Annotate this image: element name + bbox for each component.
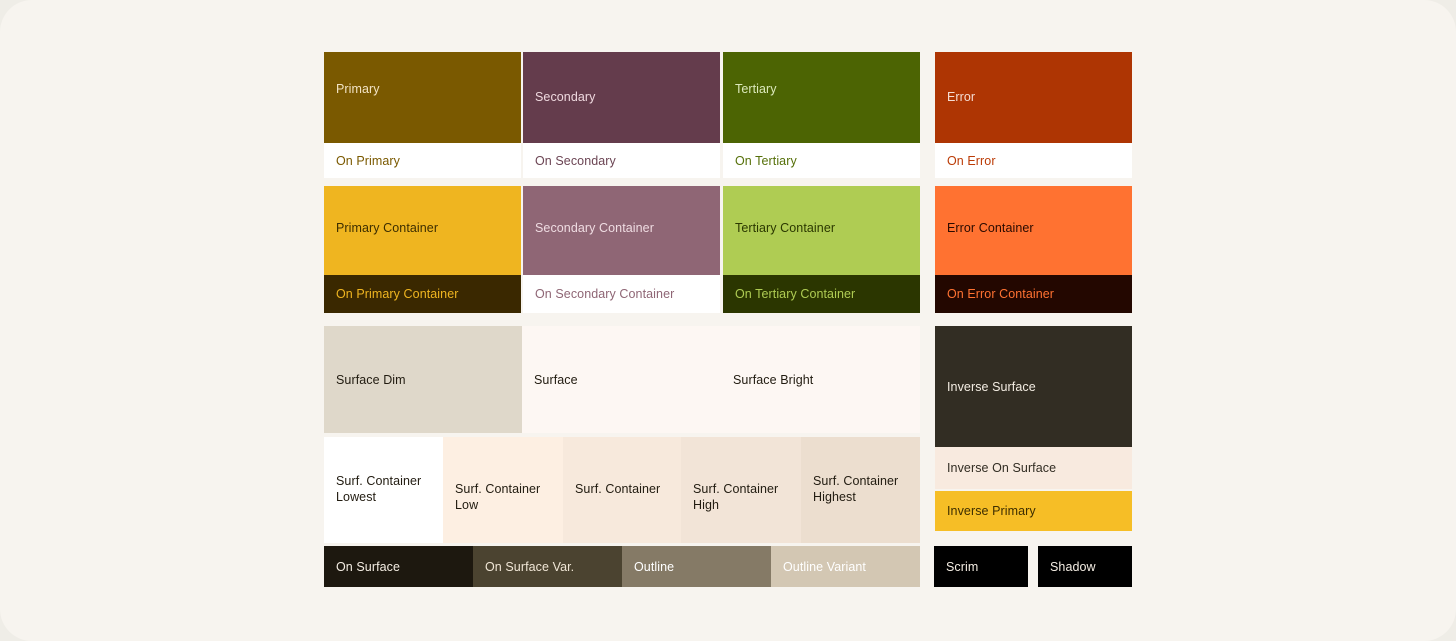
swatch-on-secondary-container[interactable]: On Secondary Container — [523, 275, 720, 313]
swatch-error[interactable]: Error — [935, 52, 1132, 143]
swatch-on-error-container[interactable]: On Error Container — [935, 275, 1132, 313]
swatch-secondary-label: Secondary — [523, 89, 603, 105]
swatch-surface-container-low-label: Surf. Container Low — [443, 481, 563, 513]
swatch-on-primary[interactable]: On Primary — [324, 143, 521, 178]
swatch-on-surface[interactable]: On Surface — [324, 546, 473, 587]
swatch-shadow[interactable]: Shadow — [1038, 546, 1132, 587]
swatch-on-error[interactable]: On Error — [935, 143, 1132, 178]
swatch-surface-container-lowest-label: Surf. Container Lowest — [324, 473, 429, 505]
swatch-inverse-surface-label: Inverse Surface — [935, 379, 1044, 395]
swatch-on-error-label: On Error — [935, 153, 1004, 169]
swatch-on-tertiary-container-label: On Tertiary Container — [723, 286, 863, 302]
swatch-on-primary-label: On Primary — [324, 153, 408, 169]
swatch-tertiary-container-label: Tertiary Container — [723, 220, 843, 236]
swatch-surface-container-label: Surf. Container — [563, 481, 668, 497]
swatch-on-secondary-label: On Secondary — [523, 153, 624, 169]
swatch-inverse-surface[interactable]: Inverse Surface — [935, 326, 1132, 447]
swatch-surface-label: Surface — [522, 372, 586, 388]
swatch-surface-dim[interactable]: Surface Dim — [324, 326, 522, 433]
swatch-error-container-label: Error Container — [935, 220, 1042, 236]
swatch-on-surface-var-label: On Surface Var. — [473, 559, 582, 575]
swatch-inverse-primary[interactable]: Inverse Primary — [935, 491, 1132, 531]
swatch-surface-container-low[interactable]: Surf. Container Low — [443, 437, 563, 543]
swatch-on-error-container-label: On Error Container — [935, 286, 1062, 302]
swatch-on-primary-container-label: On Primary Container — [324, 286, 466, 302]
swatch-scrim-label: Scrim — [934, 559, 986, 575]
swatch-primary-container-label: Primary Container — [324, 220, 446, 236]
swatch-on-secondary-container-label: On Secondary Container — [523, 286, 682, 302]
swatch-surface-container-high[interactable]: Surf. Container High — [681, 437, 801, 543]
swatch-surface-bright-label: Surface Bright — [721, 372, 821, 388]
swatch-on-primary-container[interactable]: On Primary Container — [324, 275, 521, 313]
swatch-on-surface-label: On Surface — [324, 559, 408, 575]
swatch-outline-label: Outline — [622, 559, 682, 575]
swatch-outline-variant-label: Outline Variant — [771, 559, 874, 575]
swatch-inverse-on-surface-label: Inverse On Surface — [935, 460, 1064, 476]
swatch-scrim[interactable]: Scrim — [934, 546, 1028, 587]
swatch-outline-variant[interactable]: Outline Variant — [771, 546, 920, 587]
swatch-on-surface-var[interactable]: On Surface Var. — [473, 546, 622, 587]
swatch-inverse-primary-label: Inverse Primary — [935, 503, 1044, 519]
swatch-tertiary-container[interactable]: Tertiary Container — [723, 186, 920, 275]
swatch-secondary-container[interactable]: Secondary Container — [523, 186, 720, 275]
swatch-secondary-container-label: Secondary Container — [523, 220, 662, 236]
swatch-primary[interactable]: Primary — [324, 52, 521, 143]
swatch-outline[interactable]: Outline — [622, 546, 771, 587]
swatch-tertiary[interactable]: Tertiary — [723, 52, 920, 143]
swatch-inverse-on-surface[interactable]: Inverse On Surface — [935, 447, 1132, 489]
swatch-primary-label: Primary — [324, 81, 388, 97]
swatch-surface-container[interactable]: Surf. Container — [563, 437, 681, 543]
swatch-on-tertiary-container[interactable]: On Tertiary Container — [723, 275, 920, 313]
swatch-surface-container-highest[interactable]: Surf. Container Highest — [801, 437, 920, 543]
swatch-tertiary-label: Tertiary — [723, 81, 785, 97]
swatch-on-secondary[interactable]: On Secondary — [523, 143, 720, 178]
swatch-shadow-label: Shadow — [1038, 559, 1104, 575]
swatch-error-label: Error — [935, 89, 983, 105]
swatch-on-tertiary-label: On Tertiary — [723, 153, 805, 169]
color-scheme-page: Primary On Primary Primary Container On … — [0, 0, 1456, 641]
swatch-surface-dim-label: Surface Dim — [324, 372, 414, 388]
swatch-surface-container-lowest[interactable]: Surf. Container Lowest — [324, 437, 443, 543]
swatch-secondary[interactable]: Secondary — [523, 52, 720, 143]
swatch-surface-container-highest-label: Surf. Container Highest — [801, 473, 906, 505]
swatch-surface[interactable]: Surface — [522, 326, 721, 433]
swatch-primary-container[interactable]: Primary Container — [324, 186, 521, 275]
swatch-surface-bright[interactable]: Surface Bright — [721, 326, 920, 433]
swatch-on-tertiary[interactable]: On Tertiary — [723, 143, 920, 178]
swatch-surface-container-high-label: Surf. Container High — [681, 481, 801, 513]
swatch-error-container[interactable]: Error Container — [935, 186, 1132, 275]
